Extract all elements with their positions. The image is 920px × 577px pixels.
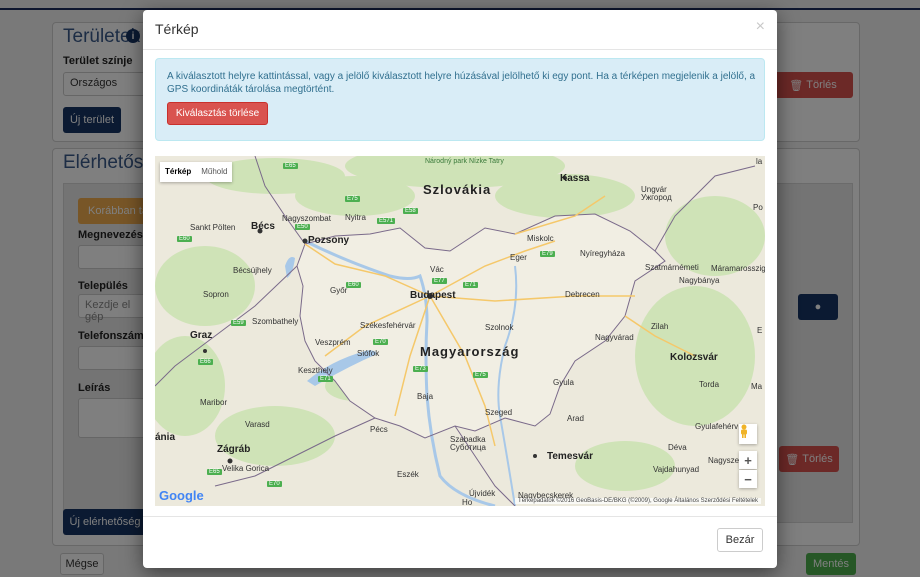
road-shield: E65: [207, 469, 222, 475]
clear-selection-button[interactable]: Kiválasztás törlése: [167, 102, 268, 125]
map-label-slovakia: Szlovákia: [423, 182, 492, 197]
map-canvas[interactable]: Térkép Műhold Národný park Nízke Tatry S…: [155, 156, 765, 506]
pegman-icon: [741, 424, 747, 438]
map-attribution[interactable]: Térképadatok ©2016 GeoBasis-DE/BKG (©200…: [515, 498, 761, 504]
map-label-gyulafehervar: Gyulafehérv: [695, 422, 739, 431]
road-shield: E60: [177, 236, 192, 242]
map-label-veszprem: Veszprém: [315, 338, 351, 347]
map-label-becs: Bécs: [251, 221, 275, 232]
map-label-ungvar: Ungvár Ужгород: [641, 185, 672, 202]
map-label-kolozsvar: Kolozsvár: [670, 352, 718, 363]
close-button[interactable]: Bezár: [717, 528, 763, 552]
info-text: A kiválasztott helyre kattintással, vagy…: [167, 71, 756, 95]
map-label-torda: Torda: [699, 380, 720, 389]
map-label-baja: Baja: [417, 392, 434, 401]
map-label-szombathely: Szombathely: [252, 317, 299, 326]
map-label-szeged: Szeged: [485, 408, 513, 417]
map-label-velika-gorica: Velika Gorica: [222, 464, 270, 473]
map-type-map-button[interactable]: Térkép: [160, 162, 196, 182]
map-label-edge-ma: Ma: [751, 382, 763, 391]
map-label-szabadka: Szabadka Суботица: [450, 435, 486, 452]
map-label-eger: Eger: [510, 253, 527, 262]
map-label-arad: Arad: [567, 414, 584, 423]
map-modal: Térkép × A kiválasztott helyre kattintás…: [143, 10, 777, 568]
map-label-miskolc: Miskolc: [527, 234, 554, 243]
map-label-keszthely: Keszthely: [298, 366, 333, 375]
road-shield: E65: [283, 163, 298, 169]
modal-title: Térkép: [155, 21, 199, 37]
map-label-becsujhely: Bécsújhely: [233, 266, 272, 275]
road-shield: E75: [345, 196, 360, 202]
road-shield: E66: [198, 359, 213, 365]
modal-footer: Bezár: [143, 516, 777, 568]
map-label-sankt-polten: Sankt Pölten: [190, 223, 236, 232]
map-label-hungary: Magyarország: [420, 344, 520, 359]
map-label-zagrab: Zágráb: [217, 444, 251, 455]
modal-header: Térkép ×: [143, 10, 777, 50]
street-view-pegman-icon[interactable]: [739, 424, 757, 444]
close-icon[interactable]: ×: [756, 18, 765, 36]
info-alert: A kiválasztott helyre kattintással, vagy…: [155, 58, 765, 141]
road-shield: E70: [373, 339, 388, 345]
map-label-szekesfehervar: Székesfehérvár: [360, 321, 416, 330]
map-type-satellite-button[interactable]: Műhold: [196, 162, 232, 182]
map-label-vac: Vác: [430, 265, 444, 274]
map-label-edge-la: la: [756, 157, 763, 166]
road-shield: E71: [463, 282, 478, 288]
map-label-nagyszeben: Nagysze: [708, 456, 740, 465]
map-label-budapest: Budapest: [410, 290, 456, 301]
map-label-temesvar: Temesvár: [547, 451, 593, 462]
map-label-maribor: Maribor: [200, 398, 228, 407]
map-label-nagyszombat: Nagyszombat: [282, 214, 331, 223]
road-shield: E50: [295, 224, 310, 230]
map-label-debrecen: Debrecen: [565, 290, 600, 299]
road-shield: E77: [432, 278, 447, 284]
road-shield: E73: [413, 366, 428, 372]
map-label-zilah: Zilah: [651, 322, 669, 331]
road-shield: E79: [540, 251, 555, 257]
map-label-eszek: Eszék: [397, 470, 419, 479]
road-shield: E70: [267, 481, 282, 487]
map-label-maramarossziget: Máramarossziget: [711, 264, 765, 273]
map-label-edge-po: Po: [753, 203, 763, 212]
map-label-szolnok: Szolnok: [485, 323, 514, 332]
road-shield: E71: [318, 376, 333, 382]
road-shield: E571: [377, 218, 396, 224]
map-label-szatmarnemeti: Szatmárnémeti: [645, 263, 699, 272]
road-shield: E60: [346, 282, 361, 288]
map-label-siofok: Siófok: [357, 349, 380, 358]
map-label-nyitra: Nyitra: [345, 213, 366, 222]
map-label-nagybanya: Nagybánya: [679, 276, 720, 285]
map-label-vajdahunyad: Vajdahunyad: [653, 465, 700, 474]
map-label-nyiregyhaza: Nyíregyháza: [580, 249, 625, 258]
zoom-out-button[interactable]: −: [739, 470, 757, 488]
map-label-ho: Ho: [462, 498, 473, 506]
map-label-pecs: Pécs: [370, 425, 388, 434]
map-label-deva: Déva: [668, 443, 687, 452]
google-logo[interactable]: Google: [159, 488, 204, 503]
map-label-gyor: Győr: [330, 286, 348, 295]
road-shield: E59: [231, 320, 246, 326]
zoom-in-button[interactable]: +: [739, 451, 757, 469]
map-type-toggle: Térkép Műhold: [160, 162, 233, 182]
map-label-kassa: Kassa: [560, 173, 590, 184]
road-shield: E75: [473, 372, 488, 378]
map-label-sopron: Sopron: [203, 290, 229, 299]
map-label-varasd: Varasd: [245, 420, 270, 429]
map-label-gyula: Gyula: [553, 378, 574, 387]
map-label-edge-e: E: [757, 326, 763, 335]
map-label-pozsony: Pozsony: [308, 235, 350, 246]
map-label-croatia-edge: ánia: [155, 432, 176, 443]
road-shield: E58: [403, 208, 418, 214]
map-label-graz: Graz: [190, 330, 213, 341]
map-label-ujvidek: Újvidék: [469, 489, 496, 498]
map-label-nagyvarad: Nagyvárad: [595, 333, 634, 342]
map-label-park: Národný park Nízke Tatry: [425, 158, 504, 165]
